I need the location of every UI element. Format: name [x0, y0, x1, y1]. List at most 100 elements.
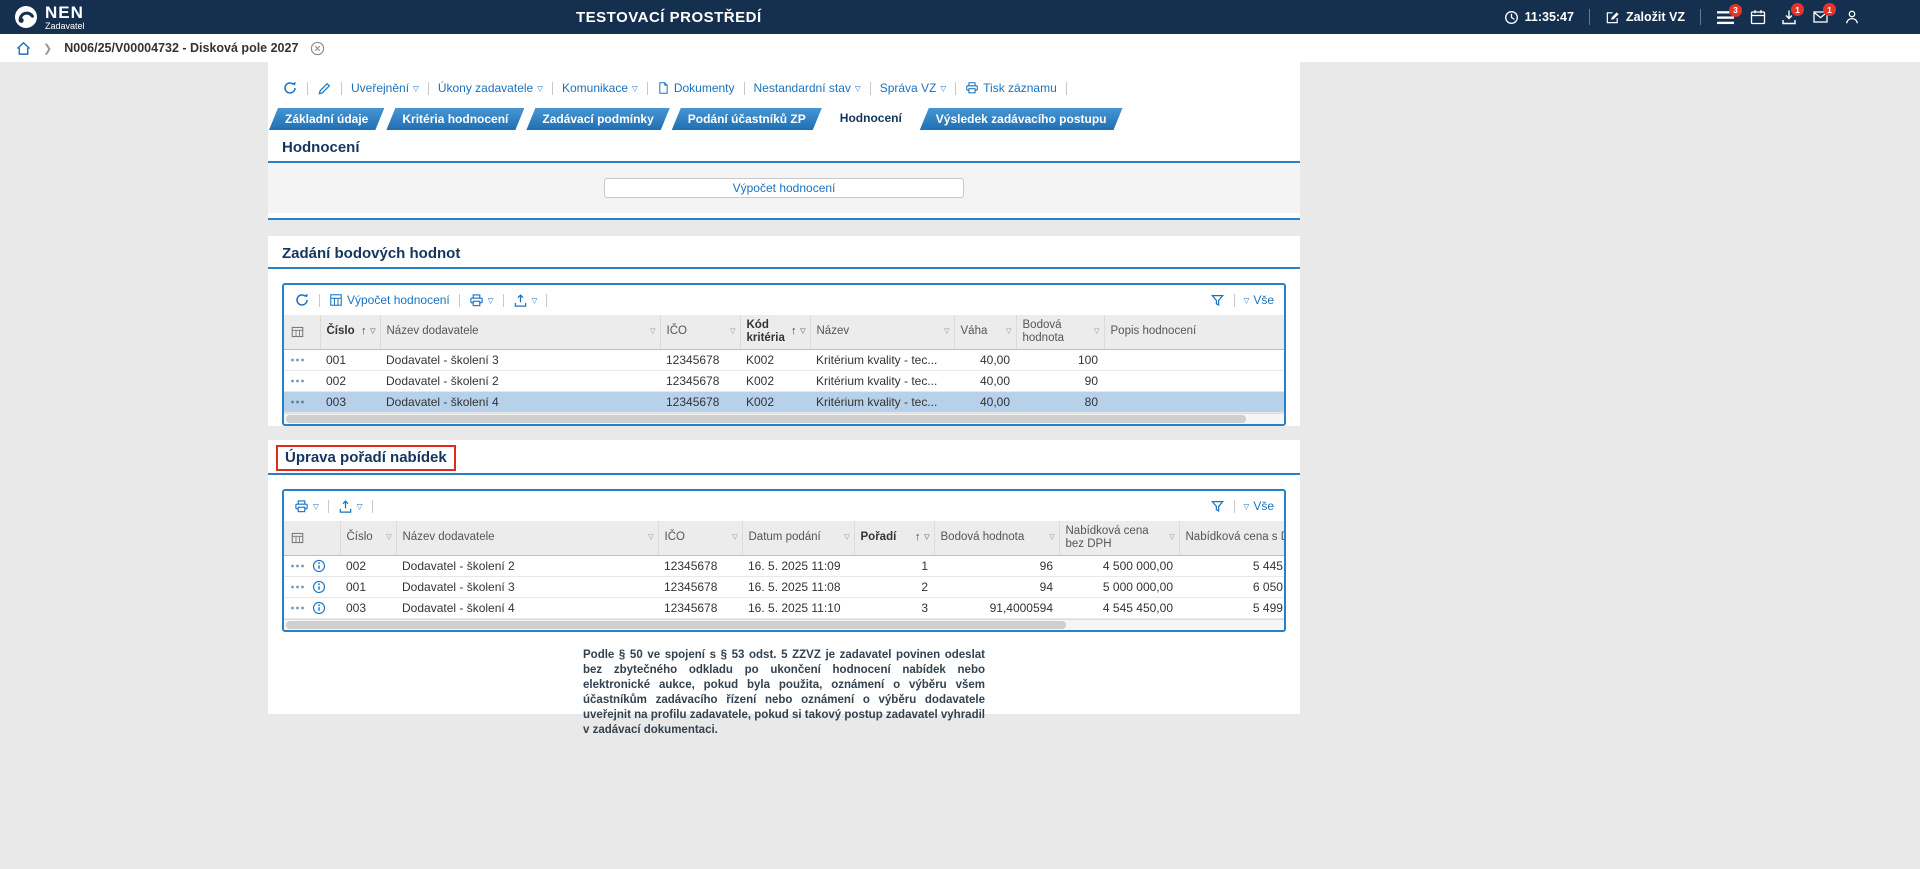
column-chooser-icon: [290, 325, 305, 339]
scrollbar-thumb[interactable]: [286, 621, 1066, 629]
vypocet-hodnoceni-button[interactable]: Výpočet hodnocení: [604, 178, 964, 198]
header-nazev[interactable]: Název: [810, 315, 954, 349]
messages-button[interactable]: 1: [1812, 9, 1829, 25]
refresh-button[interactable]: [282, 80, 298, 96]
tab-vysledek-zadavaciho-postupu[interactable]: Výsledek zadávacího postupu: [920, 108, 1123, 130]
column-chooser-button[interactable]: [284, 315, 320, 349]
row-info-button[interactable]: [312, 601, 326, 615]
header-divider: [1589, 9, 1590, 25]
row-info-button[interactable]: [312, 580, 326, 594]
tab-podani-ucastniku-zp[interactable]: Podání účastníků ZP: [672, 108, 822, 130]
table-row-selected[interactable]: 003 Dodavatel - školení 4 12345678 K002 …: [284, 391, 1284, 412]
caret-down-icon: [1244, 293, 1250, 307]
header-datum-podani[interactable]: Datum podání: [742, 521, 854, 555]
toolbar-divider: [328, 500, 329, 513]
header-cislo[interactable]: Číslo: [320, 315, 380, 349]
calendar-button[interactable]: [1750, 9, 1766, 25]
toolbar-divider: [428, 82, 429, 95]
grid-filter-button[interactable]: [1210, 293, 1225, 308]
row-menu-button[interactable]: [290, 584, 305, 590]
tab-zakladni-udaje[interactable]: Základní údaje: [269, 108, 384, 130]
toolbar-item-sprava-vz[interactable]: Správa VZ: [880, 81, 946, 95]
environment-title: TESTOVACÍ PROSTŘEDÍ: [576, 9, 762, 26]
breadcrumb-record[interactable]: N006/25/V00004732 - Disková pole 2027: [64, 41, 298, 55]
toolbar-item-tisk-zaznamu[interactable]: Tisk záznamu: [965, 81, 1057, 95]
header-cislo[interactable]: Číslo: [340, 521, 396, 555]
scrollbar-thumb[interactable]: [286, 415, 1246, 423]
row-menu-dots-icon: [290, 399, 305, 405]
section-title-bodove: Zadání bodových hodnot: [268, 236, 1300, 267]
grid-export-button[interactable]: [338, 499, 363, 514]
clock-icon: [1504, 10, 1519, 25]
header-ico[interactable]: IČO: [660, 315, 740, 349]
row-menu-button[interactable]: [290, 357, 314, 363]
toolbar-item-nestandardni-stav[interactable]: Nestandardní stav: [754, 81, 861, 95]
caret-down-icon: [537, 81, 543, 95]
toolbar-divider: [1066, 82, 1067, 95]
header-bodova-hodnota[interactable]: Bodová hodnota: [1016, 315, 1104, 349]
header-bodova-hodnota[interactable]: Bodová hodnota: [934, 521, 1059, 555]
grid-refresh-button[interactable]: [294, 292, 310, 308]
toolbar-divider: [744, 82, 745, 95]
toolbar-item-komunikace[interactable]: Komunikace: [562, 81, 638, 95]
header-kod-kriteria[interactable]: Kód kritéria: [740, 315, 810, 349]
horizontal-scrollbar[interactable]: [284, 619, 1284, 630]
grid-export-button[interactable]: [513, 293, 538, 308]
grid-print-button[interactable]: [294, 499, 319, 514]
tab-kriteria-hodnoceni[interactable]: Kritéria hodnocení: [386, 108, 524, 130]
row-menu-button[interactable]: [290, 399, 314, 405]
app-header: NEN Zadavatel TESTOVACÍ PROSTŘEDÍ 11:35:…: [0, 0, 1920, 34]
row-menu-button[interactable]: [290, 563, 305, 569]
header-nabidkova-cena-s-dph[interactable]: Nabídková cena s DPH: [1179, 521, 1284, 555]
close-record-button[interactable]: [310, 41, 325, 56]
document-icon: [657, 81, 670, 95]
downloads-button[interactable]: 1: [1781, 9, 1797, 25]
poradi-nabidek-section: Úprava pořadí nabídek: [268, 440, 1300, 714]
toolbar-divider: [870, 82, 871, 95]
downloads-badge: 1: [1791, 3, 1804, 16]
grid-filter-button[interactable]: [1210, 499, 1225, 514]
table-row[interactable]: 002 Dodavatel - školení 2 12345678 K002 …: [284, 370, 1284, 391]
header-vaha[interactable]: Váha: [954, 315, 1016, 349]
header-poradi[interactable]: Pořadí: [854, 521, 934, 555]
table-row[interactable]: 003 Dodavatel - školení 4 12345678 16. 5…: [284, 597, 1284, 618]
main-menu-button[interactable]: 3: [1716, 10, 1735, 25]
grid-view-all-button[interactable]: Vše: [1244, 293, 1274, 307]
home-button[interactable]: [16, 41, 31, 56]
toolbar-item-ukony-zadavatele[interactable]: Úkony zadavatele: [438, 81, 543, 95]
header-nazev-dodavatele[interactable]: Název dodavatele: [396, 521, 658, 555]
header-popis-hodnoceni[interactable]: Popis hodnocení: [1104, 315, 1284, 349]
table-row[interactable]: 001 Dodavatel - školení 3 12345678 K002 …: [284, 349, 1284, 370]
tab-zadavaci-podminky[interactable]: Zadávací podmínky: [526, 108, 669, 130]
caret-down-icon: [532, 293, 538, 307]
grid-view-all-button[interactable]: Vše: [1244, 499, 1274, 513]
grid-print-button[interactable]: [469, 293, 494, 308]
poradi-grid-panel: Vše: [282, 489, 1286, 632]
tab-hodnoceni[interactable]: Hodnocení: [824, 106, 918, 130]
info-icon: [312, 601, 326, 615]
table-row[interactable]: 001 Dodavatel - školení 3 12345678 16. 5…: [284, 576, 1284, 597]
header-ico[interactable]: IČO: [658, 521, 742, 555]
toolbar-item-uverejneni[interactable]: Uveřejnění: [351, 81, 419, 95]
toolbar-divider: [372, 500, 373, 513]
toolbar-divider: [552, 82, 553, 95]
create-vz-button[interactable]: Založit VZ: [1605, 10, 1685, 25]
header-nazev-dodavatele[interactable]: Název dodavatele: [380, 315, 660, 349]
row-menu-button[interactable]: [290, 378, 314, 384]
row-menu-dots-icon: [290, 378, 305, 384]
toolbar-item-dokumenty[interactable]: Dokumenty: [657, 81, 735, 95]
column-chooser-button[interactable]: [284, 521, 340, 555]
nen-logo[interactable]: NEN Zadavatel: [14, 4, 85, 31]
horizontal-scrollbar[interactable]: [284, 413, 1284, 424]
caret-down-icon: [632, 81, 638, 95]
edit-record-button[interactable]: [317, 81, 332, 96]
user-profile-button[interactable]: [1844, 9, 1860, 25]
hodnoceni-actions: Výpočet hodnocení: [268, 163, 1300, 213]
header-nabidkova-cena-bez-dph[interactable]: Nabídková cena bez DPH: [1059, 521, 1179, 555]
row-info-button[interactable]: [312, 559, 326, 573]
table-row[interactable]: 002 Dodavatel - školení 2 12345678 16. 5…: [284, 555, 1284, 576]
grid-vypocet-hodnoceni-button[interactable]: Výpočet hodnocení: [329, 293, 450, 307]
bodove-table: Číslo Název dodavatele IČO Kód kritéria …: [284, 315, 1284, 413]
toolbar-divider: [1234, 294, 1235, 307]
row-menu-button[interactable]: [290, 605, 305, 611]
